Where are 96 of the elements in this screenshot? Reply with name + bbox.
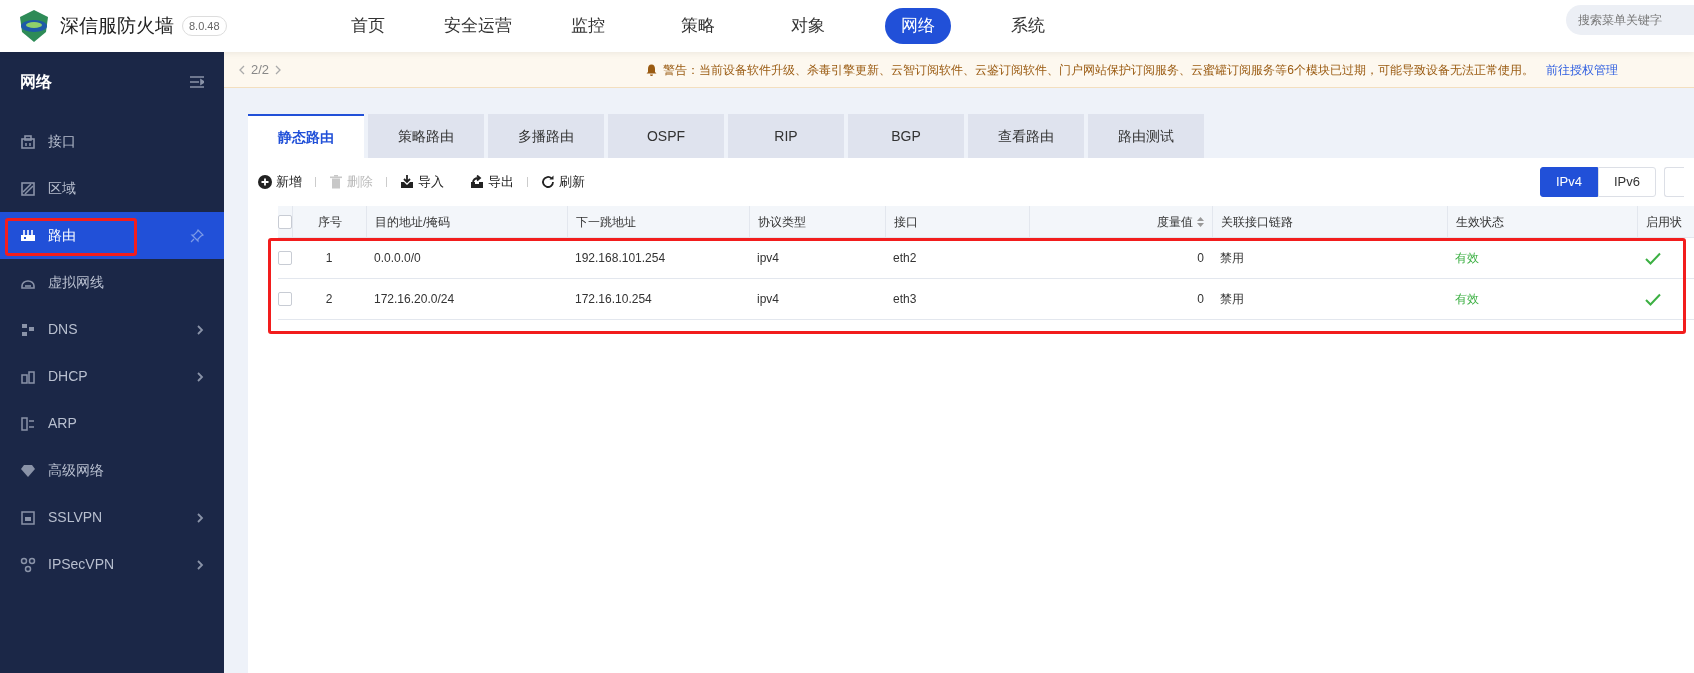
sidebar-title: 网络	[20, 72, 52, 92]
table-cell-text: eth3	[893, 291, 917, 308]
table-cell-text: 0.0.0.0/0	[374, 250, 421, 267]
search-field[interactable]: 搜索菜单关键字	[1566, 5, 1694, 35]
sidebar-label: DNS	[48, 320, 78, 339]
pager-text: 2/2	[251, 60, 270, 79]
sidebar-item[interactable]: DHCP	[0, 353, 224, 400]
sidebar-label: 区域	[48, 179, 76, 198]
license-link[interactable]: 前往授权管理	[1546, 60, 1618, 79]
app-title: 深信服防火墙	[60, 13, 174, 38]
toolbar-button[interactable]: 导出	[470, 172, 514, 192]
tab[interactable]: 查看路由	[968, 114, 1084, 158]
arp-icon	[20, 415, 36, 432]
column-header: 生效状态	[1456, 213, 1504, 231]
previous-icon[interactable]	[238, 64, 246, 75]
download-tray-icon	[400, 175, 414, 189]
column-header: 启用状	[1646, 213, 1682, 231]
table-cell-text: 禁用	[1220, 250, 1244, 267]
sort-icon[interactable]	[1197, 216, 1204, 227]
sidebar-label: 虚拟网线	[48, 273, 104, 292]
sidebar-label: IPSecVPN	[48, 555, 115, 574]
table-cell-text: 禁用	[1220, 291, 1244, 308]
nav-tab[interactable]: 系统	[995, 8, 1061, 44]
sidebar-item[interactable]: 路由	[0, 212, 224, 259]
trash-icon	[329, 175, 343, 189]
sidebar-item[interactable]: 虚拟网线	[0, 259, 224, 306]
sidebar-label: ARP	[48, 414, 77, 433]
sidebar-label: 高级网络	[48, 461, 104, 480]
nav-tab[interactable]: 网络	[885, 8, 951, 44]
table-cell-text: 172.16.20.0/24	[374, 291, 455, 308]
next-icon[interactable]	[274, 64, 283, 75]
table-cell-text: 2	[325, 291, 333, 308]
tab[interactable]: 路由测试	[1088, 114, 1204, 158]
table-cell-text: ipv4	[757, 291, 779, 308]
toolbar-button[interactable]: 刷新	[541, 172, 585, 192]
checkbox[interactable]	[278, 214, 292, 229]
table-cell-text: eth2	[893, 250, 917, 267]
tab[interactable]: 策略路由	[368, 114, 484, 158]
interface-icon	[20, 133, 36, 150]
column-header: 协议类型	[758, 213, 806, 231]
tab[interactable]: 静态路由	[248, 114, 364, 158]
table-cell-text: 172.16.10.254	[575, 291, 652, 308]
column-header: 下一跳地址	[576, 213, 636, 231]
sidebar-item[interactable]: SSLVPN	[0, 494, 224, 541]
bell-icon	[646, 63, 658, 76]
toolbar-button[interactable]: 新增	[258, 172, 302, 192]
blocks-icon	[20, 321, 36, 338]
sidebar-item[interactable]: IPSecVPN	[0, 541, 224, 588]
tab[interactable]: RIP	[728, 114, 844, 158]
column-header: 序号	[317, 213, 342, 231]
sidebar-label: SSLVPN	[48, 508, 103, 527]
segment-button[interactable]: IPv6	[1598, 167, 1656, 197]
router-icon	[20, 227, 36, 244]
segment-button[interactable]: IPv4	[1540, 167, 1598, 197]
plus-circle-icon	[258, 175, 272, 189]
table-cell-text: ipv4	[757, 250, 779, 267]
nav-tab[interactable]: 监控	[555, 8, 621, 44]
nodes-icon	[20, 556, 36, 573]
sidebar-item[interactable]: DNS	[0, 306, 224, 353]
warning-message: 警告：当前设备软件升级、杀毒引擎更新、云智订阅软件、云鉴订阅软件、门户网站保护订阅服务、云蜜罐订阅服务等6个模块已过期，可能导致设备无法正常使用。	[663, 61, 1534, 79]
sidebar-label: 路由	[48, 226, 76, 245]
table-cell-text: 192.168.101.254	[575, 250, 666, 267]
sidebar-item[interactable]: 高级网络	[0, 447, 224, 494]
tab[interactable]: 多播路由	[488, 114, 604, 158]
sidebar-label: DHCP	[48, 367, 88, 386]
hatched-square-icon	[20, 180, 36, 197]
upload-tray-icon	[470, 175, 484, 189]
pin-icon[interactable]	[190, 228, 204, 243]
column-header: 接口	[894, 213, 918, 231]
checkbox[interactable]	[278, 251, 292, 265]
tab[interactable]: OSPF	[608, 114, 724, 158]
sidebar-item[interactable]: 区域	[0, 165, 224, 212]
table-cell-text: 0	[1197, 291, 1204, 308]
sidebar-item[interactable]: 接口	[0, 118, 224, 165]
column-header: 目的地址/掩码	[375, 213, 451, 231]
column-header: 关联接口链路	[1221, 213, 1293, 231]
sidebar-item[interactable]: ARP	[0, 400, 224, 447]
toolbar-button[interactable]: 导入	[400, 172, 444, 192]
refresh-icon	[541, 175, 555, 189]
nav-tab[interactable]: 安全运营	[428, 8, 528, 44]
toolbar-button[interactable]	[1664, 167, 1684, 197]
diamond-icon	[20, 462, 36, 479]
nav-tab[interactable]: 策略	[665, 8, 731, 44]
nav-tab[interactable]: 首页	[335, 8, 401, 44]
table-cell-text: 0	[1197, 250, 1204, 267]
lock-box-icon	[20, 509, 36, 526]
table-cell-text: 1	[325, 250, 333, 267]
table-cell-text: 有效	[1455, 291, 1479, 308]
nav-tab[interactable]: 对象	[775, 8, 841, 44]
column-header: 度量值	[1157, 213, 1193, 231]
collapse-menu-icon[interactable]	[190, 76, 204, 88]
table-cell-text: 有效	[1455, 250, 1479, 267]
checkbox[interactable]	[278, 292, 292, 306]
bars-icon	[20, 368, 36, 385]
sidebar-label: 接口	[48, 132, 76, 151]
tab[interactable]: BGP	[848, 114, 964, 158]
